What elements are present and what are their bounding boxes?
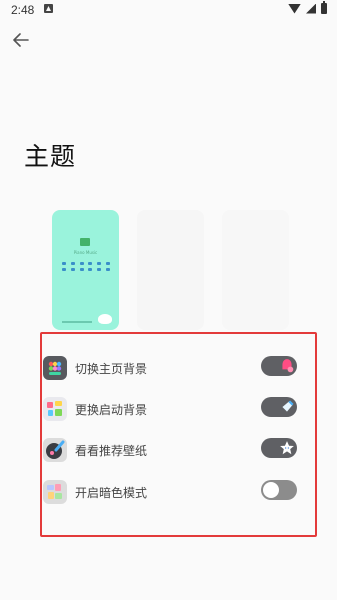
status-bar: 2:48 [0,0,337,20]
cat-icon [98,314,112,324]
notification-icon [44,4,53,13]
pink-bell-icon [282,359,294,373]
home-grid-icon [43,356,67,380]
home-background-toggle[interactable] [261,356,297,376]
star-face-icon [280,441,294,455]
launch-blocks-icon [43,397,67,421]
status-icons [288,1,327,14]
status-time: 2:48 [11,3,35,17]
shop-icon [80,238,90,246]
paint-palette-icon [43,438,67,462]
preview-app-grid [60,262,112,271]
recommended-wallpaper-toggle[interactable] [261,438,297,458]
setting-row-launch-background[interactable]: 更换启动背景 [43,397,303,427]
arrow-left-icon [13,33,29,47]
setting-row-recommended-wallpaper[interactable]: 看看推荐壁纸 [43,438,303,468]
preview-app-caption: Piano Music [73,250,98,255]
setting-label: 开启暗色模式 [75,486,148,500]
theme-preview-2[interactable] [137,210,204,330]
page-title: 主题 [24,142,77,171]
setting-label: 更换启动背景 [75,403,148,417]
launch-background-toggle[interactable] [261,397,297,417]
back-button[interactable] [9,29,33,51]
dark-mode-toggle[interactable] [261,480,297,500]
blue-bottle-icon [282,400,294,412]
battery-icon [321,1,327,14]
setting-label: 看看推荐壁纸 [75,444,148,458]
setting-row-home-background[interactable]: 切换主页背景 [43,356,303,386]
wifi-icon [288,3,301,14]
setting-row-dark-mode[interactable]: 开启暗色模式 [43,480,303,510]
color-blocks-icon [43,480,67,504]
theme-preview-1[interactable]: Piano Music [52,210,119,330]
cellular-signal-icon [306,3,316,14]
toggle-knob [263,482,279,498]
setting-label: 切换主页背景 [75,362,148,376]
preview-dock-bar [62,321,92,323]
theme-preview-3[interactable] [222,210,289,330]
